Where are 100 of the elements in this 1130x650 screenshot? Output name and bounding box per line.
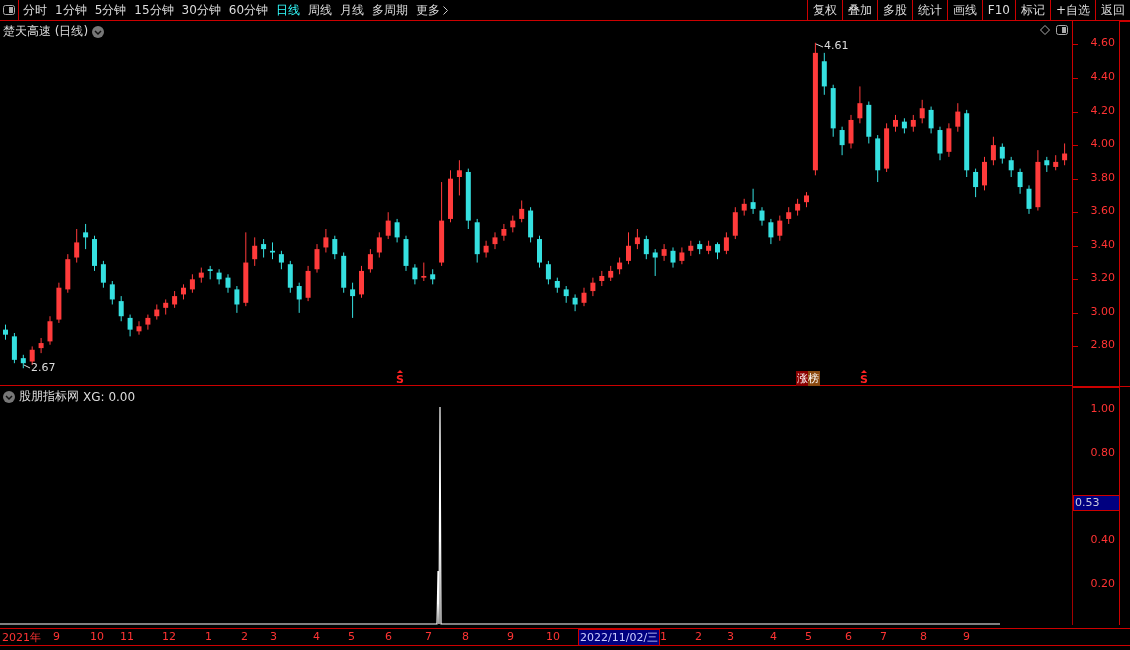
candle: [679, 246, 685, 265]
candle: [626, 231, 631, 265]
candle: [537, 235, 542, 269]
time-label: 2021年: [2, 630, 41, 645]
limit-up-badge: 涨榜: [796, 371, 820, 386]
period-tab[interactable]: 1分钟: [51, 0, 91, 20]
time-label: 11: [120, 630, 134, 643]
candle: [474, 218, 480, 264]
candle: [528, 206, 534, 243]
candle: [376, 231, 382, 258]
time-label: 7: [425, 630, 432, 643]
price-tick: 3.60: [1090, 204, 1115, 218]
candle: [1044, 156, 1050, 173]
period-tab[interactable]: 5分钟: [90, 0, 131, 20]
period-tab[interactable]: 分时: [19, 0, 51, 20]
candle: [590, 277, 596, 297]
candle: [492, 231, 498, 250]
toolbar-button[interactable]: 多股: [876, 0, 912, 20]
candle: [100, 260, 106, 289]
candle: [163, 298, 169, 316]
candle: [483, 240, 489, 258]
toolbar-button[interactable]: 叠加: [841, 0, 877, 20]
candle: [919, 99, 925, 124]
diamond-icon[interactable]: [1040, 25, 1050, 35]
candle: [937, 126, 943, 161]
indicator-reading: XG: 0.00: [83, 389, 136, 404]
time-label: 3: [727, 630, 734, 643]
candle: [207, 265, 213, 280]
candle: [804, 191, 809, 208]
toolbar-button[interactable]: 统计: [911, 0, 947, 20]
candle: [145, 314, 151, 331]
time-label: 9: [53, 630, 60, 643]
candle: [359, 265, 364, 299]
time-label: 9: [507, 630, 514, 643]
candle: [1035, 149, 1041, 212]
time-label: 5: [805, 630, 812, 643]
candle: [857, 85, 863, 124]
candle: [608, 265, 614, 282]
candle: [973, 168, 979, 198]
dropdown-icon[interactable]: [3, 390, 15, 403]
toolbar-button[interactable]: 标记: [1014, 0, 1050, 20]
indicator-tick: 0.80: [1090, 446, 1115, 459]
caret-icon: [861, 370, 867, 373]
candle: [448, 169, 453, 223]
candle: [172, 290, 178, 309]
indicator-tick: 1.00: [1090, 402, 1115, 415]
period-tab[interactable]: 月线: [336, 0, 369, 20]
candle: [510, 215, 516, 233]
candle: [519, 200, 525, 223]
candle: [430, 268, 436, 285]
price-tick: 4.40: [1090, 70, 1115, 84]
candle: [786, 206, 792, 225]
price-tick: 3.20: [1090, 271, 1115, 285]
candle: [821, 52, 827, 96]
period-tab[interactable]: 多周期: [368, 0, 413, 20]
toolbar-button[interactable]: 复权: [806, 0, 842, 20]
time-label: 1: [660, 630, 667, 643]
candle: [296, 282, 302, 314]
candle: [252, 236, 258, 267]
toolbar-button[interactable]: F10: [981, 0, 1015, 20]
candle: [545, 260, 551, 285]
candle: [1062, 142, 1068, 166]
toolbar-button[interactable]: 画线: [946, 0, 982, 20]
candle: [901, 117, 907, 134]
toolbar-button[interactable]: 返回: [1095, 0, 1130, 20]
period-tab[interactable]: 周线: [304, 0, 337, 20]
period-tab[interactable]: 日线: [272, 0, 305, 20]
period-tab[interactable]: 30分钟: [177, 0, 225, 20]
candle: [893, 114, 898, 133]
candle: [56, 282, 62, 324]
candle: [83, 223, 89, 250]
price-tick: 2.80: [1090, 338, 1115, 352]
candle: [697, 240, 703, 255]
time-label: 4: [770, 630, 777, 643]
candle: [643, 235, 649, 260]
period-tab[interactable]: 更多: [412, 0, 453, 20]
candle: [189, 273, 195, 294]
candle: [216, 268, 222, 285]
candle: [11, 332, 17, 364]
candle: [706, 240, 712, 255]
panel-toggle-icon[interactable]: [3, 5, 15, 15]
candle: [990, 136, 996, 166]
toolbar-button[interactable]: +自选: [1049, 0, 1095, 20]
candle: [367, 248, 373, 274]
time-label: 3: [270, 630, 277, 643]
candle: [3, 324, 8, 341]
candle: [688, 240, 694, 257]
candle: [403, 235, 409, 272]
candle: [501, 223, 507, 242]
period-tab[interactable]: 60分钟: [224, 0, 273, 20]
candle: [1008, 156, 1014, 178]
candle: [928, 106, 934, 134]
candle: [572, 293, 578, 312]
time-label: 6: [845, 630, 852, 643]
candle: [305, 265, 311, 302]
signal-marker: S: [860, 374, 868, 385]
candle: [341, 252, 347, 294]
panel-toggle-icon[interactable]: [1056, 25, 1068, 35]
period-tab[interactable]: 15分钟: [130, 0, 178, 20]
dropdown-icon[interactable]: [92, 25, 105, 38]
